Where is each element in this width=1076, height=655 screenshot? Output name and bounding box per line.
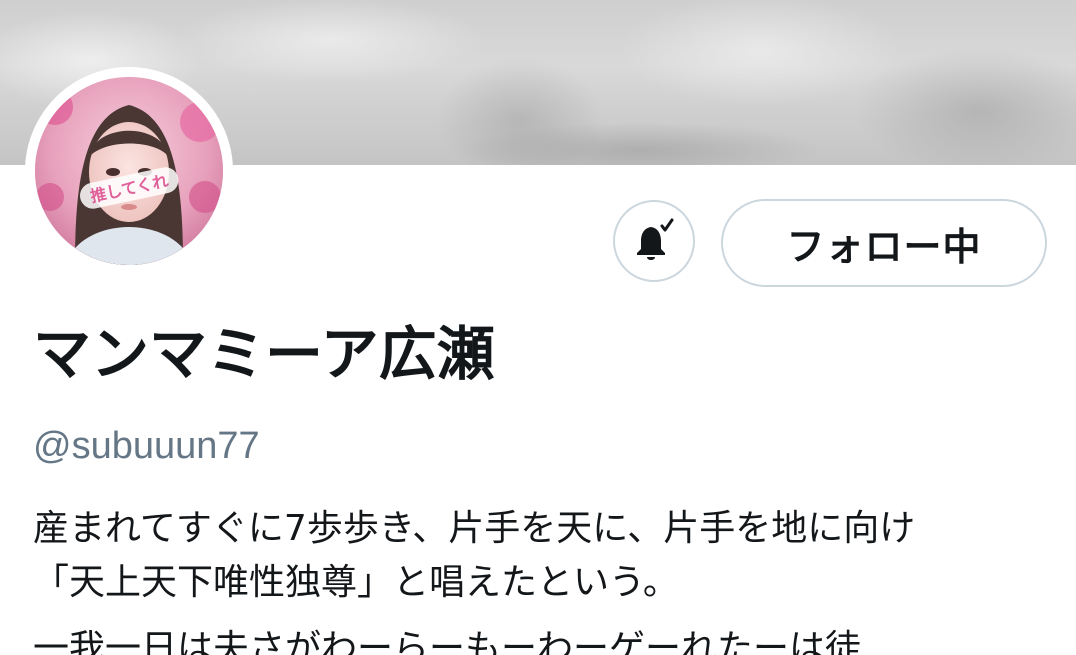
- bio-line: 「天上天下唯性独尊」と唱えたという。: [33, 562, 679, 603]
- following-button[interactable]: フォロー中: [721, 199, 1047, 287]
- avatar-image: 推してくれ: [35, 77, 223, 265]
- profile-bio: 産まれてすぐに7歩歩き、片手を天に、片手を地に向け 「天上天下唯性独尊」と唱えた…: [33, 502, 1063, 655]
- bell-check-icon: [637, 218, 674, 260]
- avatar[interactable]: 推してくれ: [35, 77, 223, 265]
- profile-page: 推してくれ フォロー中 マンマミーア広瀬 @subuuun77 産まれてすぐに7…: [0, 0, 1076, 655]
- display-name: マンマミーア広瀬: [33, 320, 495, 388]
- bio-line: 一我一日は夫さがわーらーもーわーゲーれたーは徒: [33, 628, 862, 655]
- notification-toggle-button[interactable]: [613, 200, 695, 282]
- bio-line: 産まれてすぐに7歩歩き、片手を天に、片手を地に向け: [33, 508, 916, 549]
- user-handle: @subuuun77: [33, 425, 260, 467]
